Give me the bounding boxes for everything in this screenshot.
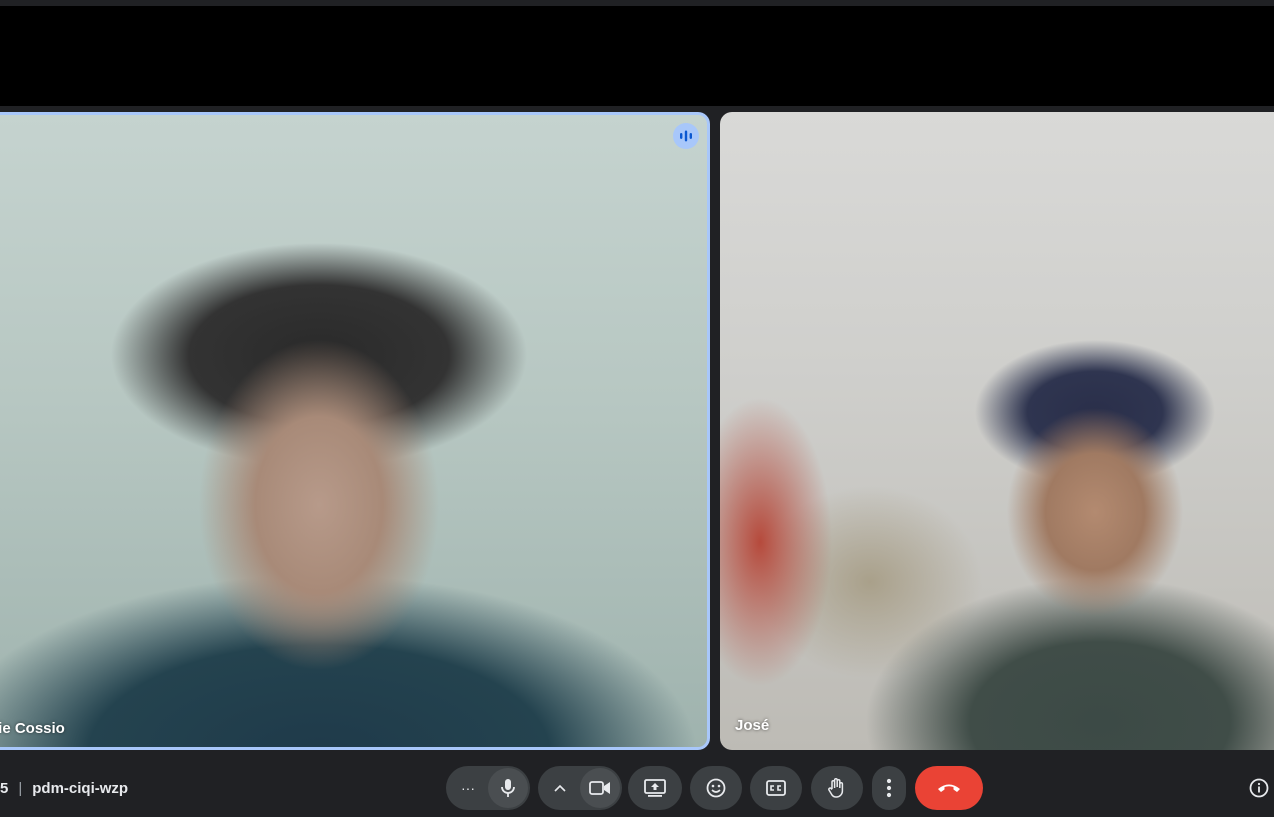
- microphone-button[interactable]: [488, 768, 528, 808]
- raise-hand-icon: [828, 778, 844, 798]
- present-screen-button[interactable]: [628, 766, 682, 810]
- info-icon: [1249, 778, 1269, 798]
- present-screen-icon: [644, 779, 666, 797]
- camera-icon: [589, 781, 610, 795]
- meeting-details: 5 | pdm-ciqi-wzp: [0, 778, 128, 798]
- more-options-button[interactable]: [872, 766, 906, 810]
- meeting-info-button[interactable]: [1244, 773, 1274, 803]
- microphone-icon: [501, 779, 515, 797]
- camera-button[interactable]: [580, 768, 620, 808]
- meeting-code: pdm-ciqi-wzp: [32, 779, 129, 797]
- audio-settings-button[interactable]: ···: [448, 768, 488, 808]
- participant-tile-cossio[interactable]: nie Cossio: [0, 112, 710, 750]
- leave-call-button[interactable]: [915, 766, 983, 810]
- speaking-indicator-icon: [673, 123, 699, 149]
- dots-horizontal-icon: ···: [461, 780, 475, 796]
- meeting-time: 5: [0, 779, 9, 797]
- participant-name: nie Cossio: [0, 720, 65, 737]
- chevron-up-icon: [554, 784, 566, 792]
- meeting-window: nie Cossio José 5 | pdm-ciqi-wzp ···: [0, 0, 1274, 817]
- captions-button[interactable]: [750, 766, 802, 810]
- participant-tile-jose[interactable]: José: [720, 112, 1274, 750]
- end-call-icon: [938, 784, 960, 792]
- video-settings-button[interactable]: [540, 768, 580, 808]
- top-black-band: [0, 6, 1274, 106]
- raise-hand-button[interactable]: [811, 766, 863, 810]
- emoji-icon: [706, 778, 726, 798]
- participant-name: José: [735, 717, 770, 734]
- reactions-button[interactable]: [690, 766, 742, 810]
- captions-icon: [766, 780, 786, 796]
- meeting-separator: |: [18, 779, 23, 797]
- camera-control-group: [538, 766, 622, 810]
- mic-control-group: ···: [446, 766, 530, 810]
- more-vert-icon: [886, 778, 892, 798]
